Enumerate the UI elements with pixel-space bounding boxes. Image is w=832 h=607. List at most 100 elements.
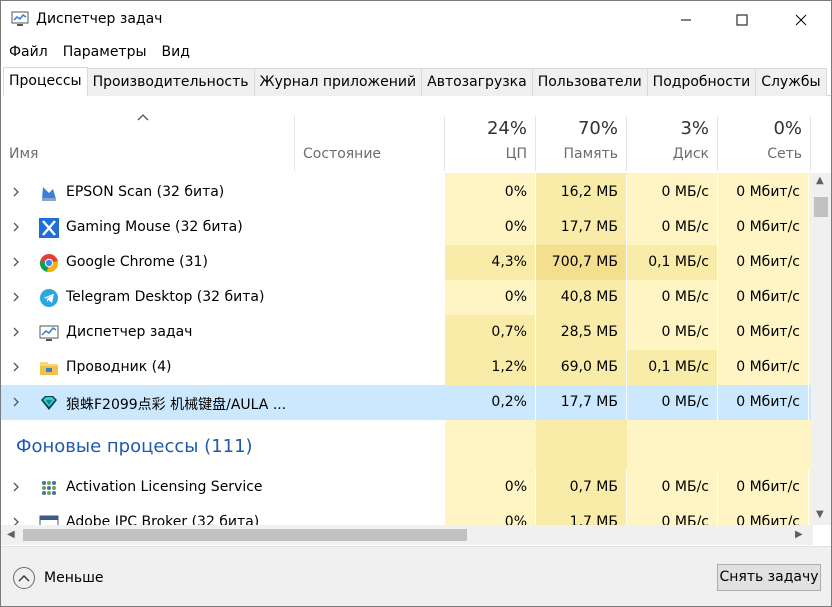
cpu-value: 0,2%: [445, 385, 536, 420]
memory-value: 17,7 МБ: [536, 385, 627, 420]
cpu-value: 0%: [445, 210, 536, 245]
cpu-value: 0%: [445, 505, 536, 525]
close-button[interactable]: [778, 1, 824, 39]
horizontal-scroll-thumb[interactable]: [23, 529, 467, 541]
menu-options[interactable]: Параметры: [55, 41, 154, 63]
network-value: 0 Мбит/с: [718, 175, 809, 210]
chevron-right-icon[interactable]: [11, 222, 21, 232]
network-value: 0 Мбит/с: [718, 315, 809, 350]
maximize-button[interactable]: [719, 1, 765, 39]
column-header-disk[interactable]: 3% Диск: [627, 116, 718, 171]
network-value: 0 Мбит/с: [718, 210, 809, 245]
scroll-up-icon[interactable]: ▲: [816, 175, 824, 186]
chevron-right-icon[interactable]: [11, 362, 21, 372]
memory-value: 700,7 МБ: [536, 245, 627, 280]
window-title: Диспетчер задач: [36, 11, 163, 27]
process-row-telegram[interactable]: Telegram Desktop (32 бита) 0% 40,8 МБ 0 …: [1, 280, 811, 315]
maximize-icon: [736, 14, 748, 26]
process-row-activation-licensing[interactable]: Activation Licensing Service 0% 0,7 МБ 0…: [1, 470, 811, 505]
process-name: Adobe IPC Broker (32 бита): [66, 514, 260, 525]
process-name: Диспетчер задач: [66, 324, 193, 340]
vertical-scroll-thumb[interactable]: [814, 197, 828, 217]
chevron-right-icon[interactable]: [11, 187, 21, 197]
disk-label: Диск: [672, 146, 709, 162]
process-name: Google Chrome (31): [66, 254, 208, 270]
task-manager-icon: [11, 11, 29, 26]
explorer-folder-icon: [40, 362, 58, 375]
disk-value: 0,1 МБ/с: [627, 245, 718, 280]
memory-total-percent: 70%: [577, 118, 618, 139]
scroll-left-icon[interactable]: ◀: [7, 529, 15, 540]
network-value: 0 Мбит/с: [718, 470, 809, 505]
chevron-right-icon[interactable]: [11, 292, 21, 302]
network-label: Сеть: [767, 146, 802, 162]
chevron-right-icon[interactable]: [11, 517, 21, 525]
network-value: 0 Мбит/с: [718, 350, 809, 385]
task-manager-icon: [39, 325, 59, 341]
chrome-icon: [39, 254, 59, 273]
tab-app-history[interactable]: Журнал приложений: [253, 68, 423, 96]
chevron-right-icon[interactable]: [11, 257, 21, 267]
process-row-google-chrome[interactable]: Google Chrome (31) 4,3% 700,7 МБ 0,1 МБ/…: [1, 245, 811, 280]
close-icon: [795, 14, 807, 26]
process-row-explorer[interactable]: Проводник (4) 1,2% 69,0 МБ 0,1 МБ/с 0 Мб…: [1, 350, 811, 385]
cpu-total-percent: 24%: [486, 118, 527, 139]
disk-value: 0 МБ/с: [627, 505, 718, 525]
column-header-status[interactable]: Состояние: [295, 116, 445, 171]
tab-performance[interactable]: Производительность: [86, 68, 255, 96]
cpu-value: 0,7%: [445, 315, 536, 350]
background-processes-group: Фоновые процессы (111): [1, 420, 811, 470]
process-list: EPSON Scan (32 бита) 0% 16,2 МБ 0 МБ/с 0…: [1, 173, 811, 525]
tab-details[interactable]: Подробности: [646, 68, 757, 96]
process-row-gaming-mouse[interactable]: Gaming Mouse (32 бита) 0% 17,7 МБ 0 МБ/с…: [1, 210, 811, 245]
memory-value: 28,5 МБ: [536, 315, 627, 350]
column-header-cpu[interactable]: 24% ЦП: [445, 116, 536, 171]
fewer-details-button[interactable]: Меньше: [13, 567, 104, 589]
column-name-label: Имя: [9, 146, 39, 162]
scroll-right-icon[interactable]: ▶: [795, 529, 803, 540]
disk-value: 0 МБ/с: [627, 470, 718, 505]
tab-strip: Процессы Производительность Журнал прило…: [3, 67, 831, 96]
chevron-right-icon[interactable]: [11, 397, 21, 407]
end-task-button[interactable]: Снять задачу: [717, 564, 821, 591]
network-value: 0 Мбит/с: [718, 385, 809, 420]
process-row-adobe-ipc-broker[interactable]: Adobe IPC Broker (32 бита) 0% 1,7 МБ 0 М…: [1, 505, 811, 525]
window-app-icon: [39, 515, 59, 525]
process-row-task-manager[interactable]: Диспетчер задач 0,7% 28,5 МБ 0 МБ/с 0 Мб…: [1, 315, 811, 350]
memory-value: 17,7 МБ: [536, 210, 627, 245]
minimize-icon: [681, 19, 691, 21]
gaming-mouse-icon: [39, 218, 59, 238]
process-name: EPSON Scan (32 бита): [66, 184, 225, 200]
minimize-button[interactable]: [663, 1, 709, 39]
section-title: Фоновые процессы (111): [16, 436, 253, 457]
process-row-aula-keyboard[interactable]: 狼蛛F2099点彩 机械键盘/AULA ... 0,2% 17,7 МБ 0 М…: [1, 385, 811, 420]
activation-dots-icon: [42, 481, 56, 495]
cpu-value: 0%: [445, 280, 536, 315]
tab-services[interactable]: Службы: [755, 68, 827, 96]
chevron-right-icon[interactable]: [11, 327, 21, 337]
cpu-value: 0%: [445, 175, 536, 210]
column-header-memory[interactable]: 70% Память: [536, 116, 627, 171]
process-name: 狼蛛F2099点彩 机械键盘/AULA ...: [66, 397, 287, 413]
tab-processes[interactable]: Процессы: [3, 67, 88, 96]
horizontal-scrollbar[interactable]: ◀ ▶: [1, 525, 813, 545]
process-name: Проводник (4): [66, 359, 172, 375]
scroll-down-icon[interactable]: ▼: [816, 509, 824, 520]
tab-users[interactable]: Пользователи: [531, 68, 648, 96]
column-status-label: Состояние: [303, 146, 382, 162]
tab-startup[interactable]: Автозагрузка: [421, 68, 533, 96]
menu-file[interactable]: Файл: [1, 41, 55, 63]
column-header-name[interactable]: Имя: [1, 116, 295, 171]
vertical-scrollbar[interactable]: ▲ ▼: [811, 173, 831, 525]
disk-value: 0 МБ/с: [627, 210, 718, 245]
network-total-percent: 0%: [773, 118, 802, 139]
memory-value: 1,7 МБ: [536, 505, 627, 525]
epson-scan-icon: [42, 187, 56, 201]
column-header-network[interactable]: 0% Сеть: [718, 116, 811, 171]
cpu-value: 1,2%: [445, 350, 536, 385]
process-name: Telegram Desktop (32 бита): [66, 289, 265, 305]
menu-view[interactable]: Вид: [154, 41, 197, 63]
cpu-value: 0%: [445, 470, 536, 505]
chevron-right-icon[interactable]: [11, 482, 21, 492]
process-row-epson-scan[interactable]: EPSON Scan (32 бита) 0% 16,2 МБ 0 МБ/с 0…: [1, 175, 811, 210]
